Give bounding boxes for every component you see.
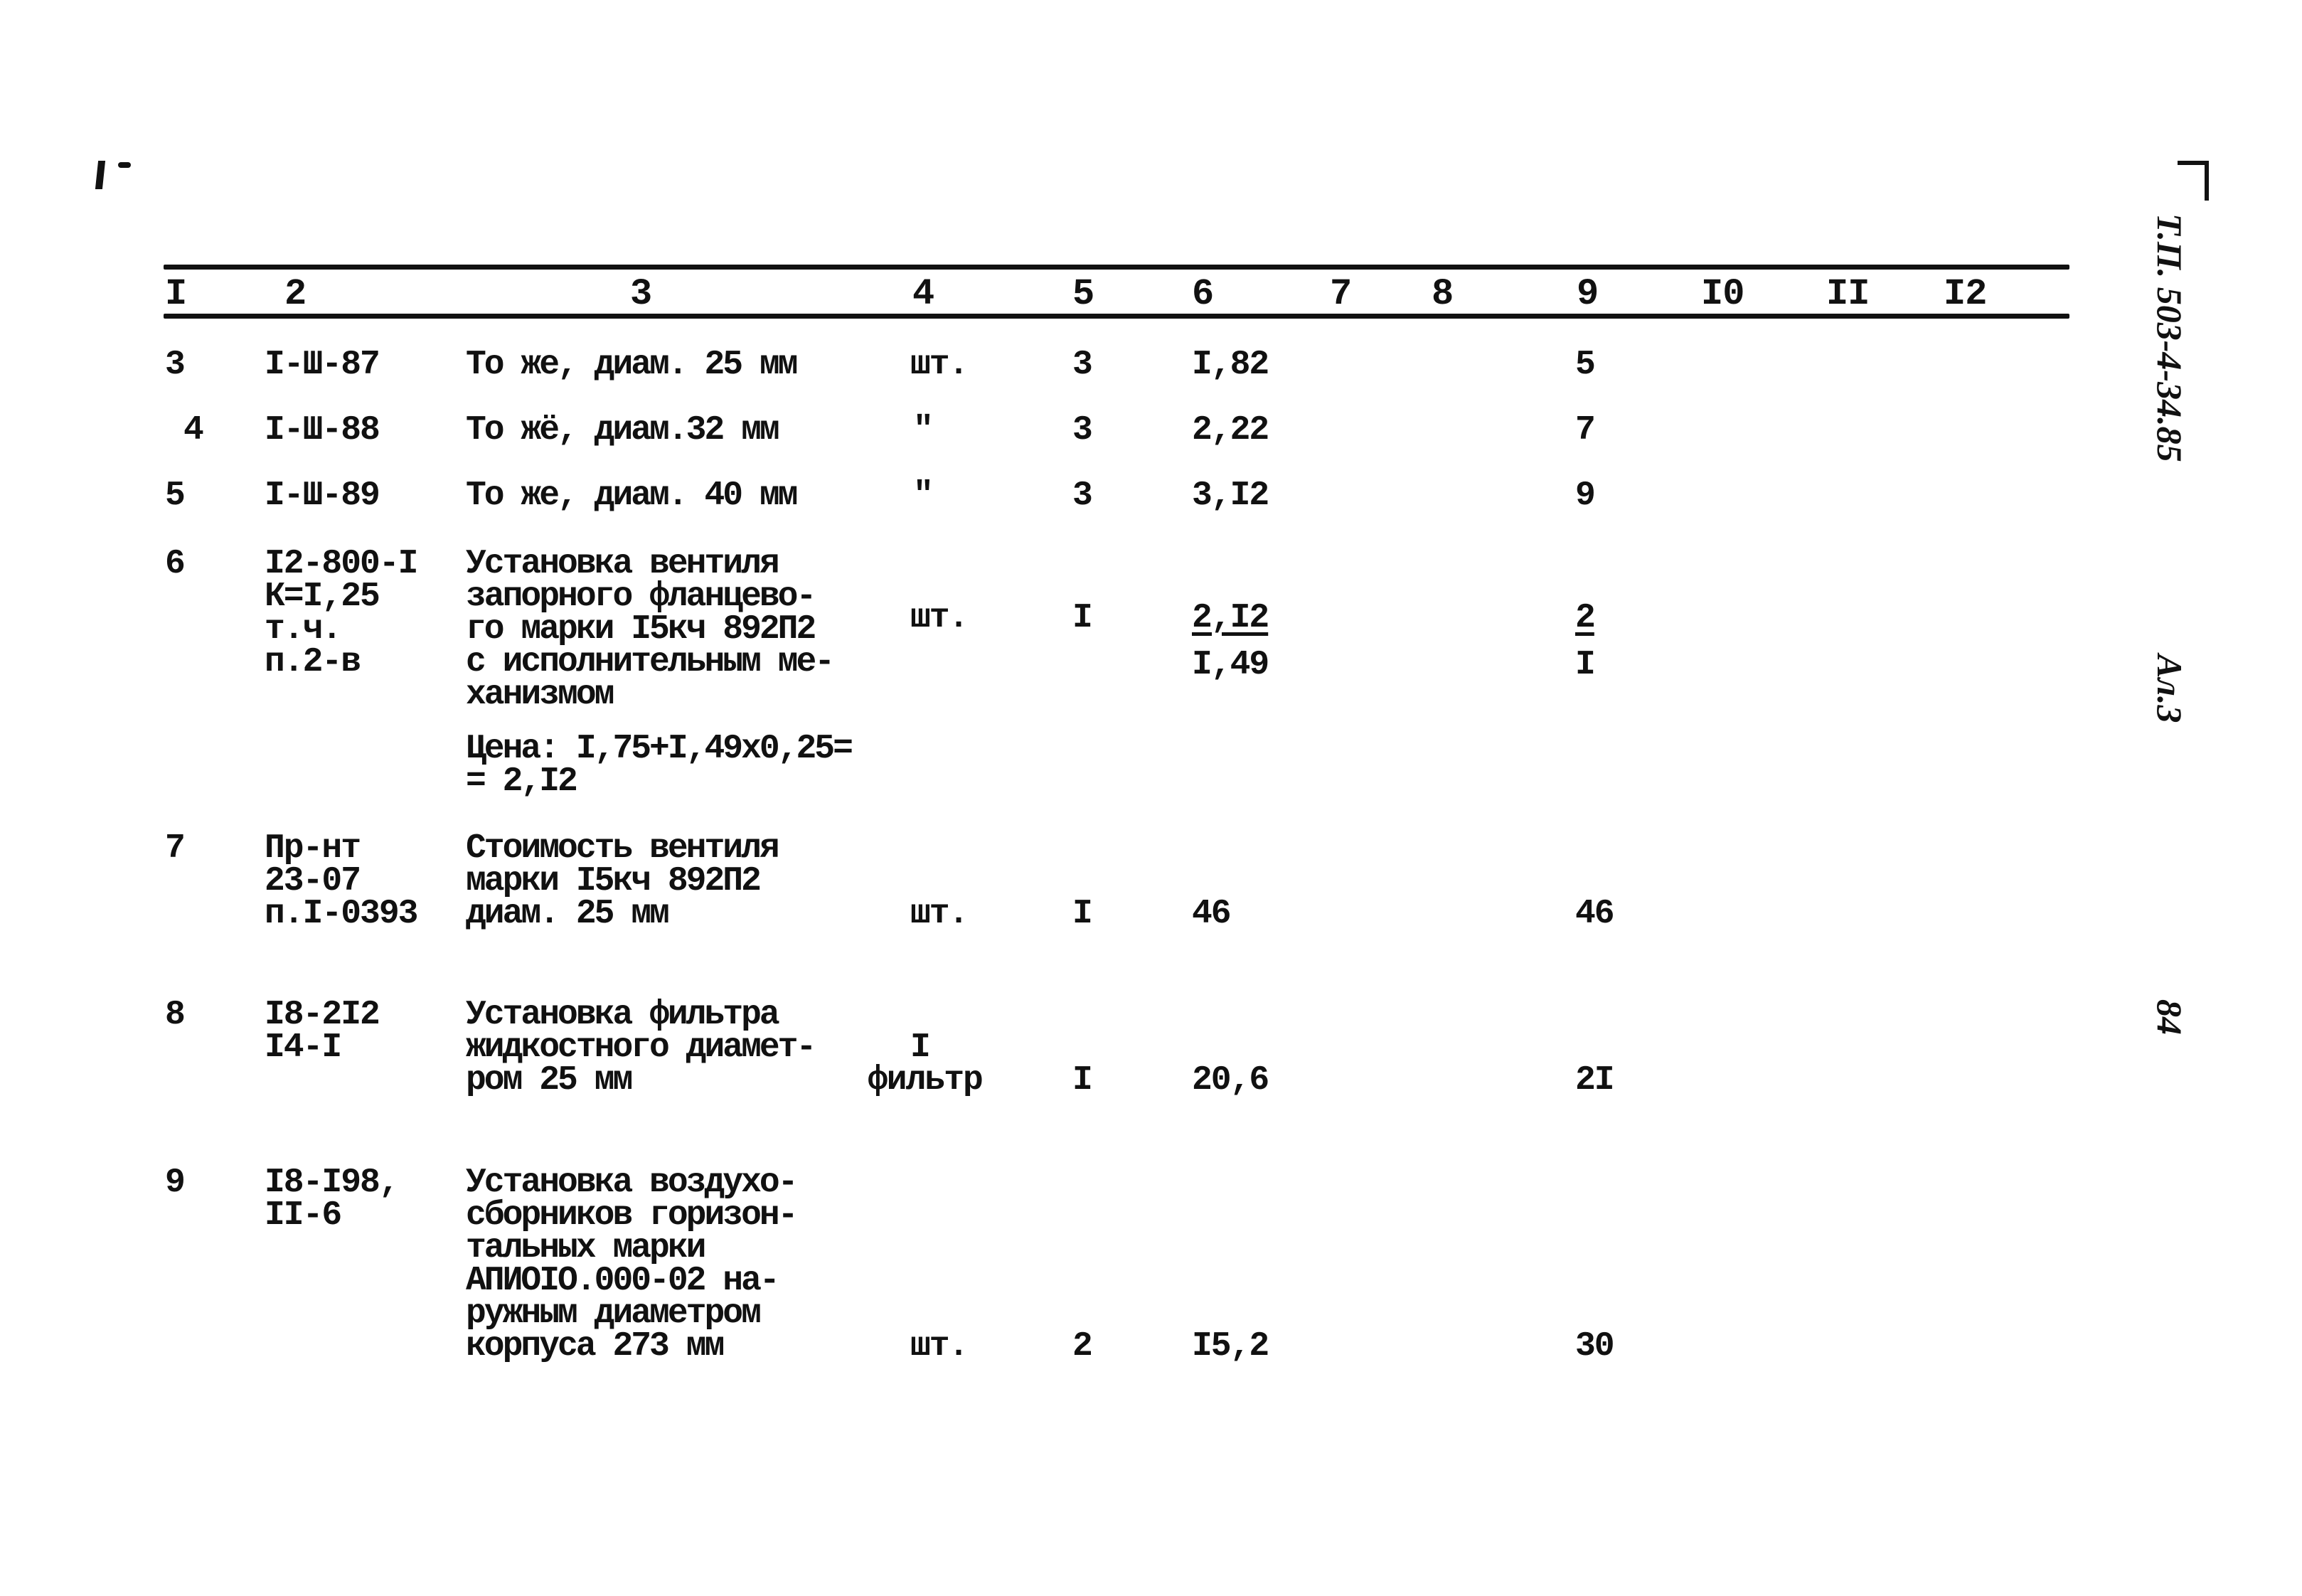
- corner-mark-top-left: [95, 161, 106, 189]
- row-description-line: диам. 25 мм: [466, 895, 670, 933]
- row-code-line: I4-I: [265, 1028, 342, 1067]
- row-description-line: ружным диаметром: [466, 1294, 762, 1333]
- row-description-line: Установка фильтра: [466, 996, 780, 1034]
- column-header-11: II: [1826, 273, 1870, 315]
- row-number: 4: [183, 411, 204, 449]
- column-header-4: 4: [912, 273, 934, 315]
- column-header-7: 7: [1330, 273, 1352, 315]
- page-number: 84: [2150, 999, 2190, 1035]
- row-unit: шт.: [910, 346, 969, 384]
- row-code-line: I8-I98,: [265, 1164, 400, 1202]
- row-number: 9: [165, 1164, 186, 1202]
- row-price: I5,2: [1192, 1327, 1269, 1366]
- row-quantity: I: [1072, 599, 1093, 637]
- row-total: 5: [1575, 346, 1596, 384]
- row-number: 7: [165, 829, 186, 868]
- column-header-8: 8: [1432, 273, 1454, 315]
- row-description: То же, диам. 40 мм: [466, 477, 798, 515]
- row-unit: шт.: [910, 1327, 969, 1366]
- row-description-line: Установка вентиля: [466, 545, 780, 583]
- column-header-2: 2: [284, 273, 307, 315]
- header-rule-top: [164, 265, 2069, 270]
- row-code-line: К=I,25: [265, 578, 380, 616]
- row-price: 3,I2: [1192, 477, 1269, 515]
- row-number: 5: [165, 477, 186, 515]
- row-description-line: запорного фланцево-: [466, 578, 816, 616]
- row-code: I-Ш-89: [265, 477, 380, 515]
- column-header-3: 3: [630, 273, 652, 315]
- row-description-line: Установка воздухо-: [466, 1164, 798, 1202]
- row-code-line: т.ч.: [265, 610, 342, 649]
- row-code-line: I8-2I2: [265, 996, 380, 1034]
- row-total-denominator: I: [1575, 646, 1596, 684]
- row-description-line: с исполнительным ме-: [466, 643, 835, 681]
- column-header-12: I2: [1944, 273, 1987, 315]
- row-price: 20,6: [1192, 1061, 1269, 1100]
- row-description: То же, диам. 25 мм: [466, 346, 798, 384]
- row-price-note-line: Цена: I,75+I,49x0,25=: [466, 730, 853, 768]
- row-quantity: 3: [1072, 411, 1093, 449]
- header-rule-bottom: [164, 314, 2069, 319]
- row-description-line: жидкостного диамет-: [466, 1028, 816, 1067]
- row-code-line: 23-07: [265, 862, 361, 900]
- row-number: 8: [165, 996, 186, 1034]
- row-total: 46: [1575, 895, 1615, 933]
- sheet-label-margin: Ал.3: [2150, 654, 2190, 723]
- row-total: 7: [1575, 411, 1596, 449]
- row-unit-line: I: [910, 1028, 931, 1067]
- row-total-numerator: 2: [1575, 599, 1596, 637]
- row-quantity: 3: [1072, 346, 1093, 384]
- column-header-9: 9: [1577, 273, 1599, 315]
- row-description-line: ханизмом: [466, 676, 614, 714]
- row-description-line: корпуса 273 мм: [466, 1327, 725, 1366]
- document-code-margin: Т.П. 503-4-34.85: [2150, 213, 2190, 462]
- corner-mark-top-left-dash: [118, 162, 131, 168]
- row-code-line: п.I-0393: [265, 895, 418, 933]
- column-header-1: I: [165, 273, 187, 315]
- row-unit: шт.: [910, 599, 969, 637]
- row-unit: шт.: [910, 895, 969, 933]
- row-unit: ": [913, 477, 934, 515]
- corner-mark-top-right: [2178, 161, 2209, 201]
- row-total: 2I: [1575, 1061, 1615, 1100]
- row-description-line: ром 25 мм: [466, 1061, 633, 1100]
- row-description-line: АПИОIO.000-02 на-: [466, 1262, 780, 1300]
- row-price: I,82: [1192, 346, 1269, 384]
- row-number: 3: [165, 346, 186, 384]
- row-code-line: I2-800-I: [265, 545, 418, 583]
- row-code: I-Ш-87: [265, 346, 380, 384]
- row-unit: ": [913, 411, 934, 449]
- document-page: I 2 3 4 5 6 7 8 9 I0 II I2 3 I-Ш-87 То ж…: [0, 0, 2302, 1596]
- row-code: I-Ш-88: [265, 411, 380, 449]
- row-description-line: го марки I5кч 892П2: [466, 610, 816, 649]
- row-code-line: п.2-в: [265, 643, 361, 681]
- row-description-line: Стоимость вентиля: [466, 829, 780, 868]
- row-unit-line: фильтр: [868, 1061, 984, 1100]
- row-price: 46: [1192, 895, 1232, 933]
- row-price-numerator: 2,I2: [1192, 599, 1269, 637]
- row-number: 6: [165, 545, 186, 583]
- row-price-note-line: = 2,I2: [466, 762, 578, 801]
- row-quantity: 2: [1072, 1327, 1093, 1366]
- column-header-6: 6: [1192, 273, 1214, 315]
- row-code-line: Пр-нт: [265, 829, 361, 868]
- row-price: 2,22: [1192, 411, 1269, 449]
- row-price-denominator: I,49: [1192, 646, 1269, 684]
- column-header-5: 5: [1072, 273, 1094, 315]
- row-description-line: сборников горизон-: [466, 1196, 798, 1235]
- row-description-line: марки I5кч 892П2: [466, 862, 762, 900]
- row-total: 9: [1575, 477, 1596, 515]
- row-total: 30: [1575, 1327, 1615, 1366]
- row-quantity: I: [1072, 895, 1093, 933]
- row-code-line: II-6: [265, 1196, 342, 1235]
- row-quantity: 3: [1072, 477, 1093, 515]
- row-quantity: I: [1072, 1061, 1093, 1100]
- row-description-line: тальных марки: [466, 1229, 706, 1267]
- row-description: То жё, диам.32 мм: [466, 411, 780, 449]
- column-header-10: I0: [1701, 273, 1744, 315]
